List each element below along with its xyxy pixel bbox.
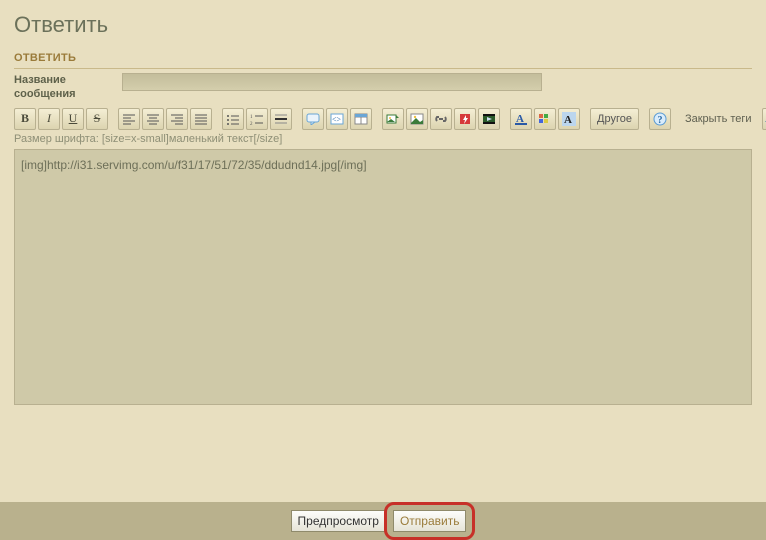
submit-highlight: Отправить: [384, 502, 476, 540]
preview-button[interactable]: Предпросмотр: [291, 510, 386, 532]
image-button[interactable]: [406, 108, 428, 130]
bottom-bar: Предпросмотр Отправить: [0, 502, 766, 540]
align-justify-button[interactable]: [190, 108, 212, 130]
hr-button[interactable]: [270, 108, 292, 130]
italic-button[interactable]: I: [38, 108, 60, 130]
font-size-button[interactable]: A: [558, 108, 580, 130]
font-color-button[interactable]: A: [510, 108, 532, 130]
svg-text:A: A: [564, 114, 572, 126]
video-button[interactable]: [478, 108, 500, 130]
other-button[interactable]: Другое: [590, 108, 639, 130]
link-button[interactable]: [430, 108, 452, 130]
editor-toolbar: B I U S 12: [14, 108, 752, 130]
bold-button[interactable]: B: [14, 108, 36, 130]
title-label: Название сообщения: [14, 73, 122, 102]
message-editor[interactable]: [14, 149, 752, 405]
flash-button[interactable]: [454, 108, 476, 130]
color-palette-button[interactable]: [534, 108, 556, 130]
list-unordered-button[interactable]: [222, 108, 244, 130]
table-button[interactable]: [350, 108, 372, 130]
quote-button[interactable]: [302, 108, 324, 130]
switch-editor-button[interactable]: AA: [762, 108, 766, 130]
help-button[interactable]: ?: [649, 108, 671, 130]
title-input[interactable]: [122, 73, 542, 91]
underline-button[interactable]: U: [62, 108, 84, 130]
close-tags-link[interactable]: Закрыть теги: [681, 113, 756, 125]
svg-text:<>: <>: [332, 115, 342, 124]
submit-button[interactable]: Отправить: [393, 510, 467, 532]
svg-text:?: ?: [657, 115, 662, 126]
section-header: ОТВЕТИТЬ: [14, 46, 752, 69]
svg-text:1: 1: [250, 115, 253, 120]
align-right-button[interactable]: [166, 108, 188, 130]
svg-text:2: 2: [250, 122, 253, 125]
strike-button[interactable]: S: [86, 108, 108, 130]
align-left-button[interactable]: [118, 108, 140, 130]
align-center-button[interactable]: [142, 108, 164, 130]
image-host-button[interactable]: [382, 108, 404, 130]
code-button[interactable]: <>: [326, 108, 348, 130]
size-hint: Размер шрифта: [size=x-small]маленький т…: [14, 133, 752, 145]
page-title: Ответить: [0, 0, 766, 46]
list-ordered-button[interactable]: 12: [246, 108, 268, 130]
